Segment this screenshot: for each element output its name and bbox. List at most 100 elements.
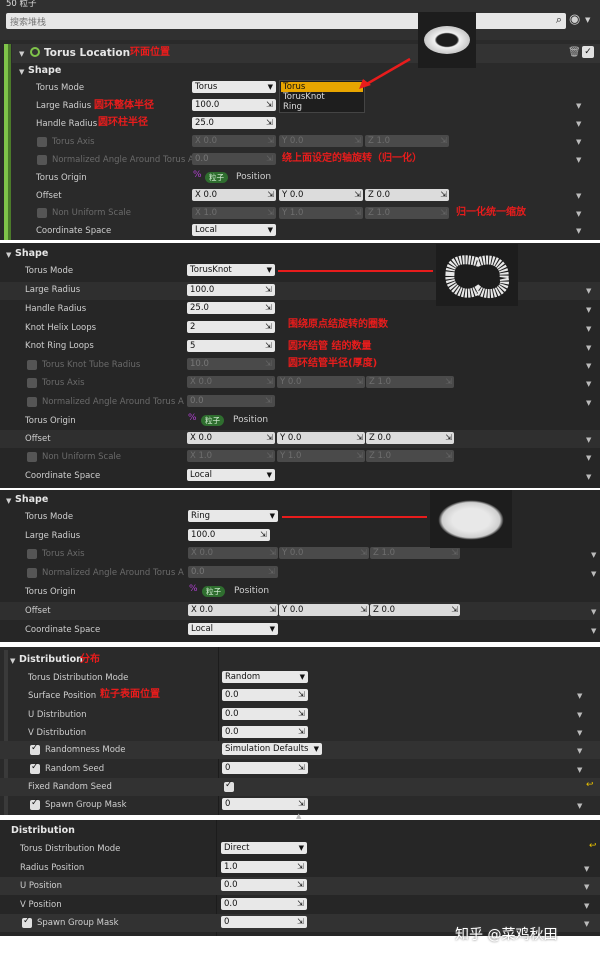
link-icon[interactable]: %	[188, 413, 197, 423]
tube-radius-checkbox[interactable]	[27, 360, 37, 370]
row-options-icon[interactable]: ▼	[576, 120, 581, 128]
trash-icon[interactable]: 🗑	[568, 47, 581, 58]
ring-offset-z[interactable]: Z 0.0 ⇲	[370, 604, 460, 616]
dropdown-option-torus[interactable]: Torus	[281, 82, 363, 92]
row-options-icon[interactable]: ▼	[584, 920, 589, 928]
knot-normalized-field[interactable]: 0.0 ⇲	[187, 395, 275, 407]
particle-pill[interactable]: 粒子	[205, 172, 228, 183]
row-options-icon[interactable]: ▼	[591, 608, 596, 616]
row-options-icon[interactable]: ▼	[586, 287, 591, 295]
ring-axis-x[interactable]: X 0.0 ⇲	[188, 547, 278, 559]
ring-normalized-field[interactable]: 0.0 ⇲	[188, 566, 278, 578]
torus-axis-z[interactable]: Z 1.0 ⇲	[365, 135, 449, 147]
radius-position-field[interactable]: 1.0 ⇲	[221, 861, 307, 873]
row-options-icon[interactable]: ▼	[576, 210, 581, 218]
v-distribution-field[interactable]: 0.0 ⇲	[222, 726, 308, 738]
row-options-icon[interactable]: ▼	[577, 747, 582, 755]
knot-scale-x[interactable]: X 1.0 ⇲	[187, 450, 275, 462]
spawn-mask2-field[interactable]: 0 ⇲	[221, 916, 307, 928]
scale-y[interactable]: Y 1.0 ⇲	[279, 207, 363, 219]
dist-mode-select[interactable]: Random ▼	[222, 671, 308, 683]
row-options-icon[interactable]: ▼	[577, 802, 582, 810]
normalized-angle-field[interactable]: 0.0 ⇲	[192, 153, 276, 165]
offset-z[interactable]: Z 0.0 ⇲	[365, 189, 449, 201]
shape-collapse-icon[interactable]: ▼	[6, 497, 11, 505]
search-icon[interactable]: ⌕	[556, 13, 562, 27]
row-options-icon[interactable]: ▼	[577, 766, 582, 774]
row-options-icon[interactable]: ▼	[584, 883, 589, 891]
scale-x[interactable]: X 1.0 ⇲	[192, 207, 276, 219]
random-seed-checkbox[interactable]	[30, 762, 40, 774]
torus-mode-select[interactable]: Torus ▼	[192, 81, 276, 93]
surface-position-field[interactable]: 0.0 ⇲	[222, 689, 308, 701]
randomness-mode-checkbox[interactable]	[30, 743, 40, 755]
search-input[interactable]: 搜索堆栈 ⌕	[6, 13, 566, 29]
helix-loops-field[interactable]: 2 ⇲	[187, 321, 275, 333]
reset-icon[interactable]: ↩	[586, 780, 594, 790]
row-options-icon[interactable]: ▼	[591, 551, 596, 559]
ring-normalized-checkbox[interactable]	[27, 568, 37, 578]
randomness-mode-select[interactable]: Simulation Defaults ▼	[222, 743, 322, 755]
row-options-icon[interactable]: ▼	[576, 156, 581, 164]
u-position-field[interactable]: 0.0 ⇲	[221, 879, 307, 891]
large-radius-field[interactable]: 100.0 ⇲	[192, 99, 276, 111]
torus-axis-x[interactable]: X 0.0 ⇲	[192, 135, 276, 147]
link-icon[interactable]: %	[189, 584, 198, 594]
knot-offset-z[interactable]: Z 0.0 ⇲	[366, 432, 454, 444]
ring-axis-checkbox[interactable]	[27, 549, 37, 559]
spawn-mask-field[interactable]: 0 ⇲	[222, 798, 308, 810]
row-options-icon[interactable]: ▼	[591, 570, 596, 578]
knot-coordinate-select[interactable]: Local ▼	[187, 469, 275, 481]
coordinate-space-select[interactable]: Local ▼	[192, 224, 276, 236]
particle-pill[interactable]: 粒子	[202, 586, 225, 597]
handle-radius-field[interactable]: 25.0 ⇲	[192, 117, 276, 129]
eye-dropdown-icon[interactable]: ▼	[585, 16, 590, 24]
dist2-mode-select[interactable]: Direct ▼	[221, 842, 307, 854]
ring-offset-x[interactable]: X 0.0 ⇲	[188, 604, 278, 616]
row-options-icon[interactable]: ▼	[591, 627, 596, 635]
row-options-icon[interactable]: ▼	[586, 306, 591, 314]
shape-collapse-icon[interactable]: ▼	[19, 68, 24, 76]
particle-pill[interactable]: 粒子	[201, 415, 224, 426]
knot-axis-checkbox[interactable]	[27, 378, 37, 388]
u-distribution-field[interactable]: 0.0 ⇲	[222, 708, 308, 720]
eye-icon[interactable]: ◉	[569, 12, 580, 27]
row-options-icon[interactable]: ▼	[584, 902, 589, 910]
tube-radius-field[interactable]: 10.0 ⇲	[187, 358, 275, 370]
collapse-arrow-icon[interactable]: ▼	[19, 50, 24, 58]
random-seed-field[interactable]: 0 ⇲	[222, 762, 308, 774]
knot-scale-z[interactable]: Z 1.0 ⇲	[366, 450, 454, 462]
dropdown-option-ring[interactable]: Ring	[281, 102, 363, 112]
row-options-icon[interactable]: ▼	[576, 192, 581, 200]
knot-handle-radius-field[interactable]: 25.0 ⇲	[187, 302, 275, 314]
scale-z[interactable]: Z 1.0 ⇲	[365, 207, 449, 219]
torus-axis-y[interactable]: Y 0.0 ⇲	[279, 135, 363, 147]
fixed-seed-checkbox[interactable]	[224, 780, 234, 792]
row-options-icon[interactable]: ▼	[586, 436, 591, 444]
ring-axis-z[interactable]: Z 1.0 ⇲	[370, 547, 460, 559]
knot-axis-x[interactable]: X 0.0 ⇲	[187, 376, 275, 388]
ring-axis-y[interactable]: Y 0.0 ⇲	[279, 547, 369, 559]
knot-axis-y[interactable]: Y 0.0 ⇲	[277, 376, 365, 388]
row-options-icon[interactable]: ▼	[584, 865, 589, 873]
row-options-icon[interactable]: ▼	[577, 711, 582, 719]
row-options-icon[interactable]: ▼	[577, 692, 582, 700]
distribution-collapse-icon[interactable]: ▼	[10, 657, 15, 665]
module-enable-checkbox[interactable]: ✓	[582, 46, 594, 58]
row-options-icon[interactable]: ▼	[586, 325, 591, 333]
ring-coordinate-select[interactable]: Local ▼	[188, 623, 278, 635]
row-options-icon[interactable]: ▼	[577, 729, 582, 737]
dropdown-option-torusknot[interactable]: TorusKnot	[281, 92, 363, 102]
knot-axis-z[interactable]: Z 1.0 ⇲	[366, 376, 454, 388]
row-options-icon[interactable]: ▼	[576, 102, 581, 110]
knot-offset-y[interactable]: Y 0.0 ⇲	[277, 432, 365, 444]
row-options-icon[interactable]: ▼	[576, 227, 581, 235]
offset-y[interactable]: Y 0.0 ⇲	[279, 189, 363, 201]
non-uniform-checkbox[interactable]	[37, 208, 47, 218]
spawn-mask2-checkbox[interactable]	[22, 916, 32, 928]
row-options-icon[interactable]: ▼	[586, 473, 591, 481]
ring-large-radius-field[interactable]: 100.0 ⇲	[188, 529, 270, 541]
knot-nonuniform-checkbox[interactable]	[27, 452, 37, 462]
v-position-field[interactable]: 0.0 ⇲	[221, 898, 307, 910]
normalized-angle-checkbox[interactable]	[37, 155, 47, 165]
